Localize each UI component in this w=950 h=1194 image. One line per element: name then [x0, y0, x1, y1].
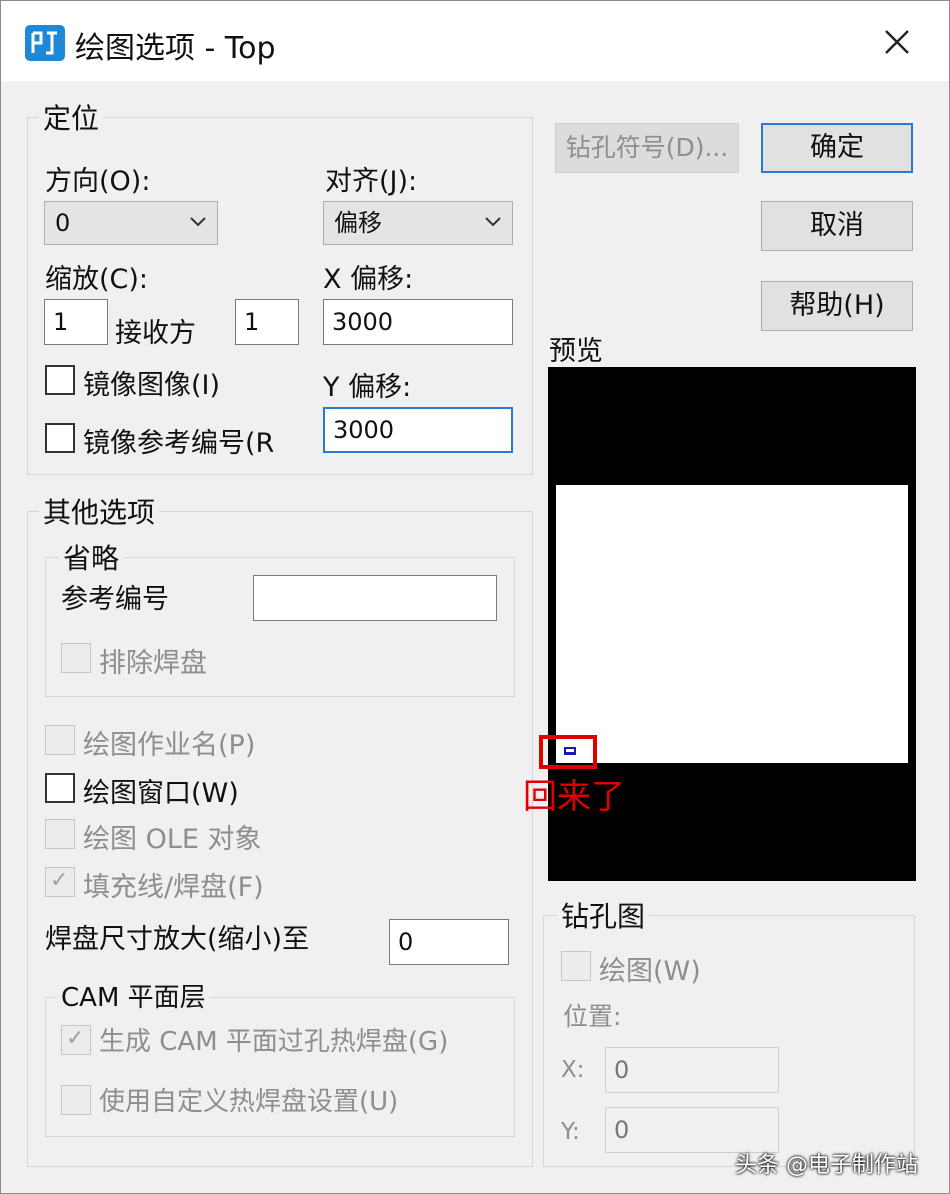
omit-title: 省略	[59, 537, 124, 577]
fill-lines-checkbox[interactable]: ✓	[45, 867, 75, 897]
drill-x-label: X:	[561, 1057, 585, 1083]
chevron-down-icon	[190, 217, 206, 227]
ok-button[interactable]: 确定	[761, 123, 913, 173]
drill-draw-label: 绘图(W)	[599, 956, 701, 987]
cam-thermal-label: 生成 CAM 平面过孔热焊盘(G)	[99, 1027, 449, 1057]
scale-label: 缩放(C):	[45, 264, 149, 295]
exclude-pads-label: 排除焊盘	[99, 648, 207, 679]
position-label: 位置:	[563, 1002, 622, 1031]
mirror-image-checkbox[interactable]	[45, 365, 75, 395]
plot-options-dialog: 绘图选项 - Top 定位 方向(O): 0 对齐(J): 偏移 缩放(C): …	[0, 0, 950, 1194]
close-icon	[885, 30, 909, 54]
plot-origin-icon	[564, 747, 576, 755]
close-button[interactable]	[869, 19, 925, 65]
drill-x-input[interactable]: 0	[605, 1047, 779, 1093]
pad-scale-input[interactable]: 0	[389, 919, 509, 965]
mirror-ref-checkbox[interactable]	[45, 423, 75, 453]
preview-page	[556, 485, 908, 763]
custom-thermal-checkbox[interactable]	[61, 1085, 91, 1115]
check-icon: ✓	[66, 1026, 85, 1051]
pad-scale-label: 焊盘尺寸放大(缩小)至	[45, 924, 310, 955]
scale-y-input[interactable]: 1	[235, 299, 299, 345]
custom-thermal-label: 使用自定义热焊盘设置(U)	[99, 1087, 399, 1117]
plot-job-name-label: 绘图作业名(P)	[83, 730, 256, 761]
receive-label: 接收方	[115, 318, 196, 349]
y-offset-input[interactable]: 3000	[323, 407, 513, 453]
chevron-down-icon	[485, 217, 501, 227]
y-offset-label: Y 偏移:	[323, 372, 412, 403]
exclude-pads-checkbox[interactable]	[61, 643, 91, 673]
cancel-button[interactable]: 取消	[761, 201, 913, 251]
other-options-title: 其他选项	[39, 491, 160, 531]
drill-y-label: Y:	[561, 1119, 580, 1145]
align-select[interactable]: 偏移	[323, 201, 513, 245]
scale-x-input[interactable]: 1	[44, 299, 108, 345]
app-icon	[25, 25, 65, 61]
plot-ole-checkbox[interactable]	[45, 819, 75, 849]
help-button[interactable]: 帮助(H)	[761, 281, 913, 331]
annotation-text: 回来了	[523, 777, 625, 817]
drill-symbol-button[interactable]: 钻孔符号(D)...	[555, 123, 739, 173]
align-value: 偏移	[334, 209, 382, 237]
watermark-caption: 头条 @电子制作站	[735, 1153, 918, 1178]
drill-drawing-title: 钻孔图	[557, 895, 650, 935]
preview-label: 预览	[549, 336, 603, 367]
cam-thermal-checkbox[interactable]: ✓	[61, 1025, 91, 1055]
align-label: 对齐(J):	[325, 166, 418, 197]
mirror-image-label: 镜像图像(I)	[83, 370, 221, 401]
preview-marker-highlight	[539, 735, 597, 769]
orientation-label: 方向(O):	[45, 166, 151, 197]
orientation-select[interactable]: 0	[44, 201, 218, 245]
ref-des-label: 参考编号	[61, 584, 169, 615]
title-bar: 绘图选项 - Top	[1, 1, 949, 81]
plot-window-label: 绘图窗口(W)	[83, 778, 239, 809]
x-offset-input[interactable]: 3000	[323, 299, 513, 345]
x-offset-label: X 偏移:	[323, 264, 414, 295]
positioning-title: 定位	[39, 97, 104, 137]
ref-des-input[interactable]	[253, 575, 497, 621]
cam-title: CAM 平面层	[57, 977, 210, 1014]
plot-ole-label: 绘图 OLE 对象	[83, 824, 262, 855]
plot-window-checkbox[interactable]	[45, 773, 75, 803]
mirror-ref-label: 镜像参考编号(R	[83, 428, 275, 459]
orientation-value: 0	[55, 209, 71, 237]
fill-lines-label: 填充线/焊盘(F)	[83, 872, 264, 903]
plot-job-name-checkbox[interactable]	[45, 725, 75, 755]
window-title: 绘图选项 - Top	[75, 31, 276, 66]
check-icon: ✓	[50, 868, 69, 893]
drill-draw-checkbox[interactable]	[561, 951, 591, 981]
